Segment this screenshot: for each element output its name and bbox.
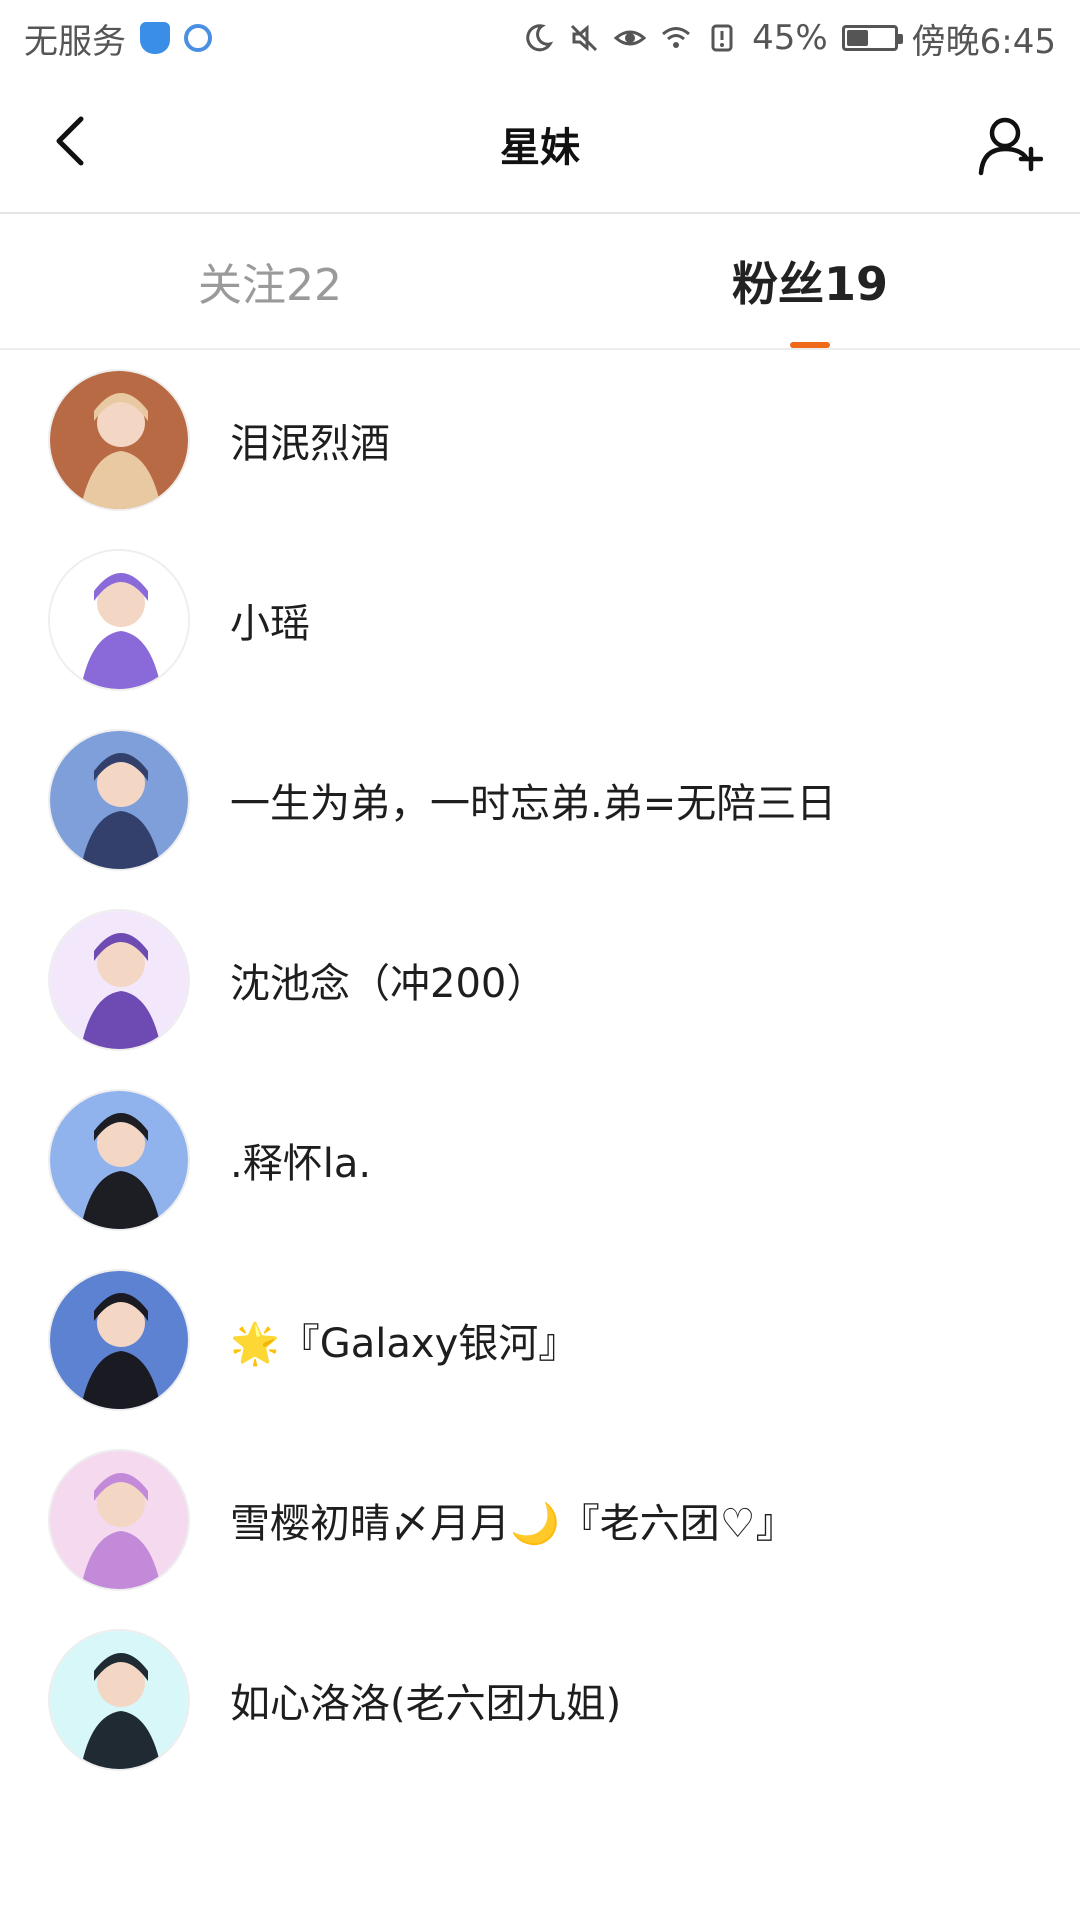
mute-icon bbox=[571, 24, 598, 52]
back-arrow-icon bbox=[56, 116, 84, 166]
avatar[interactable] bbox=[48, 909, 190, 1051]
header: 星妹 bbox=[0, 76, 1080, 214]
status-left: 无服务 bbox=[24, 14, 212, 63]
time-text: 傍晚6:45 bbox=[911, 21, 1056, 62]
active-tab-indicator bbox=[790, 342, 830, 348]
list-item[interactable]: 沈池念（冲200） bbox=[0, 890, 1080, 1070]
eye-icon bbox=[614, 30, 647, 46]
tab-followers[interactable]: 粉丝19 bbox=[540, 214, 1080, 348]
avatar[interactable] bbox=[48, 369, 190, 511]
moon-icon bbox=[526, 24, 554, 52]
avatar[interactable] bbox=[48, 549, 190, 691]
status-right: 45% 傍晚6:45 bbox=[522, 14, 1056, 63]
tab-followers-label: 粉丝19 bbox=[731, 257, 888, 311]
back-button[interactable] bbox=[36, 106, 106, 176]
status-bar: 无服务 45% 傍晚6:45 bbox=[0, 0, 1080, 76]
follower-name: 雪樱初晴〆月月🌙『老六团♡』 bbox=[230, 1501, 796, 1547]
list-item[interactable]: 如心洛洛(老六团九姐) bbox=[0, 1610, 1080, 1790]
list-item[interactable]: 小瑶 bbox=[0, 530, 1080, 710]
add-user-button[interactable] bbox=[970, 106, 1050, 186]
carrier-text: 无服务 bbox=[24, 21, 126, 62]
battery-icon bbox=[841, 25, 903, 51]
avatar[interactable] bbox=[48, 1089, 190, 1231]
tab-following-label: 关注22 bbox=[198, 260, 342, 311]
add-user-icon bbox=[978, 117, 1043, 176]
follower-name: 🌟『Galaxy银河』 bbox=[230, 1321, 579, 1367]
follower-name: 沈池念（冲200） bbox=[230, 961, 547, 1007]
list-item[interactable]: .释怀la. bbox=[0, 1070, 1080, 1250]
list-item[interactable]: 🌟『Galaxy银河』 bbox=[0, 1250, 1080, 1430]
alert-icon bbox=[711, 24, 733, 52]
follower-name: 泪泯烈酒 bbox=[230, 421, 390, 467]
page-title: 星妹 bbox=[500, 125, 580, 171]
shield-icon bbox=[140, 22, 170, 54]
follower-name: .释怀la. bbox=[230, 1141, 372, 1187]
list-item[interactable]: 泪泯烈酒 bbox=[0, 350, 1080, 530]
battery-percent-text: 45% bbox=[752, 18, 828, 58]
follower-name: 如心洛洛(老六团九姐) bbox=[230, 1681, 622, 1727]
follower-name: 小瑶 bbox=[230, 601, 310, 647]
avatar[interactable] bbox=[48, 1449, 190, 1591]
tab-bar: 关注22 粉丝19 bbox=[0, 214, 1080, 350]
list-item[interactable]: 一生为弟，一时忘弟.弟=无陪三日 bbox=[0, 710, 1080, 890]
battery-fill bbox=[846, 30, 868, 46]
avatar[interactable] bbox=[48, 729, 190, 871]
follower-list: 泪泯烈酒小瑶一生为弟，一时忘弟.弟=无陪三日 沈池念（冲200） .释怀la. 🌟『G… bbox=[0, 350, 1080, 1790]
avatar[interactable] bbox=[48, 1269, 190, 1411]
wifi-icon bbox=[662, 27, 691, 48]
list-item[interactable]: 雪樱初晴〆月月🌙『老六团♡』 bbox=[0, 1430, 1080, 1610]
tab-following[interactable]: 关注22 bbox=[0, 214, 540, 348]
globe-icon bbox=[184, 24, 212, 52]
follower-name: 一生为弟，一时忘弟.弟=无陪三日 bbox=[230, 781, 837, 827]
avatar[interactable] bbox=[48, 1629, 190, 1771]
